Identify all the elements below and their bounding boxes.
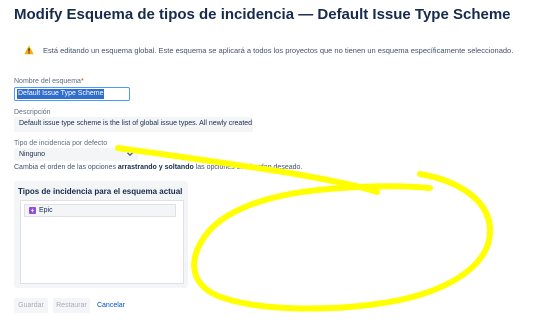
issue-type-label: Epic: [39, 207, 53, 214]
issue-type-item-epic[interactable]: Epic: [24, 204, 176, 217]
warning-icon: [24, 45, 34, 55]
default-type-label: Tipo de incidencia por defecto: [14, 140, 108, 147]
scheme-name-input[interactable]: Default Issue Type Scheme: [14, 87, 130, 101]
reorder-hint: Cambia el orden de las opciones arrastra…: [14, 164, 303, 171]
save-button[interactable]: Guardar: [14, 298, 48, 313]
highlight-mark-circle: [191, 171, 494, 312]
default-type-select[interactable]: Ninguno: [14, 148, 138, 161]
warning-text: Está editando un esquema global. Este es…: [43, 45, 514, 55]
current-scheme-title: Tipos de incidencia para el esquema actu…: [18, 187, 183, 196]
chevron-down-icon: [127, 152, 133, 157]
scheme-name-label: Nombre del esquema*: [14, 78, 84, 85]
page-title: Modify Esquema de tipos de incidencia — …: [14, 6, 511, 23]
scheme-name-value: Default Issue Type Scheme: [17, 89, 105, 99]
required-marker: *: [80, 78, 84, 85]
description-label: Descripción: [14, 109, 51, 116]
global-scheme-warning: Está editando un esquema global. Este es…: [10, 41, 513, 59]
default-type-value: Ninguno: [19, 151, 46, 158]
epic-icon: [29, 207, 36, 214]
description-field[interactable]: Default issue type scheme is the list of…: [14, 117, 253, 132]
current-scheme-panel: Tipos de incidencia para el esquema actu…: [14, 181, 188, 288]
issue-type-scheme-page: Modify Esquema de tipos de incidencia — …: [0, 0, 557, 323]
cancel-link[interactable]: Cancelar: [96, 298, 126, 313]
reset-button[interactable]: Restaurar: [53, 298, 90, 313]
issue-type-list[interactable]: Epic: [20, 200, 184, 284]
